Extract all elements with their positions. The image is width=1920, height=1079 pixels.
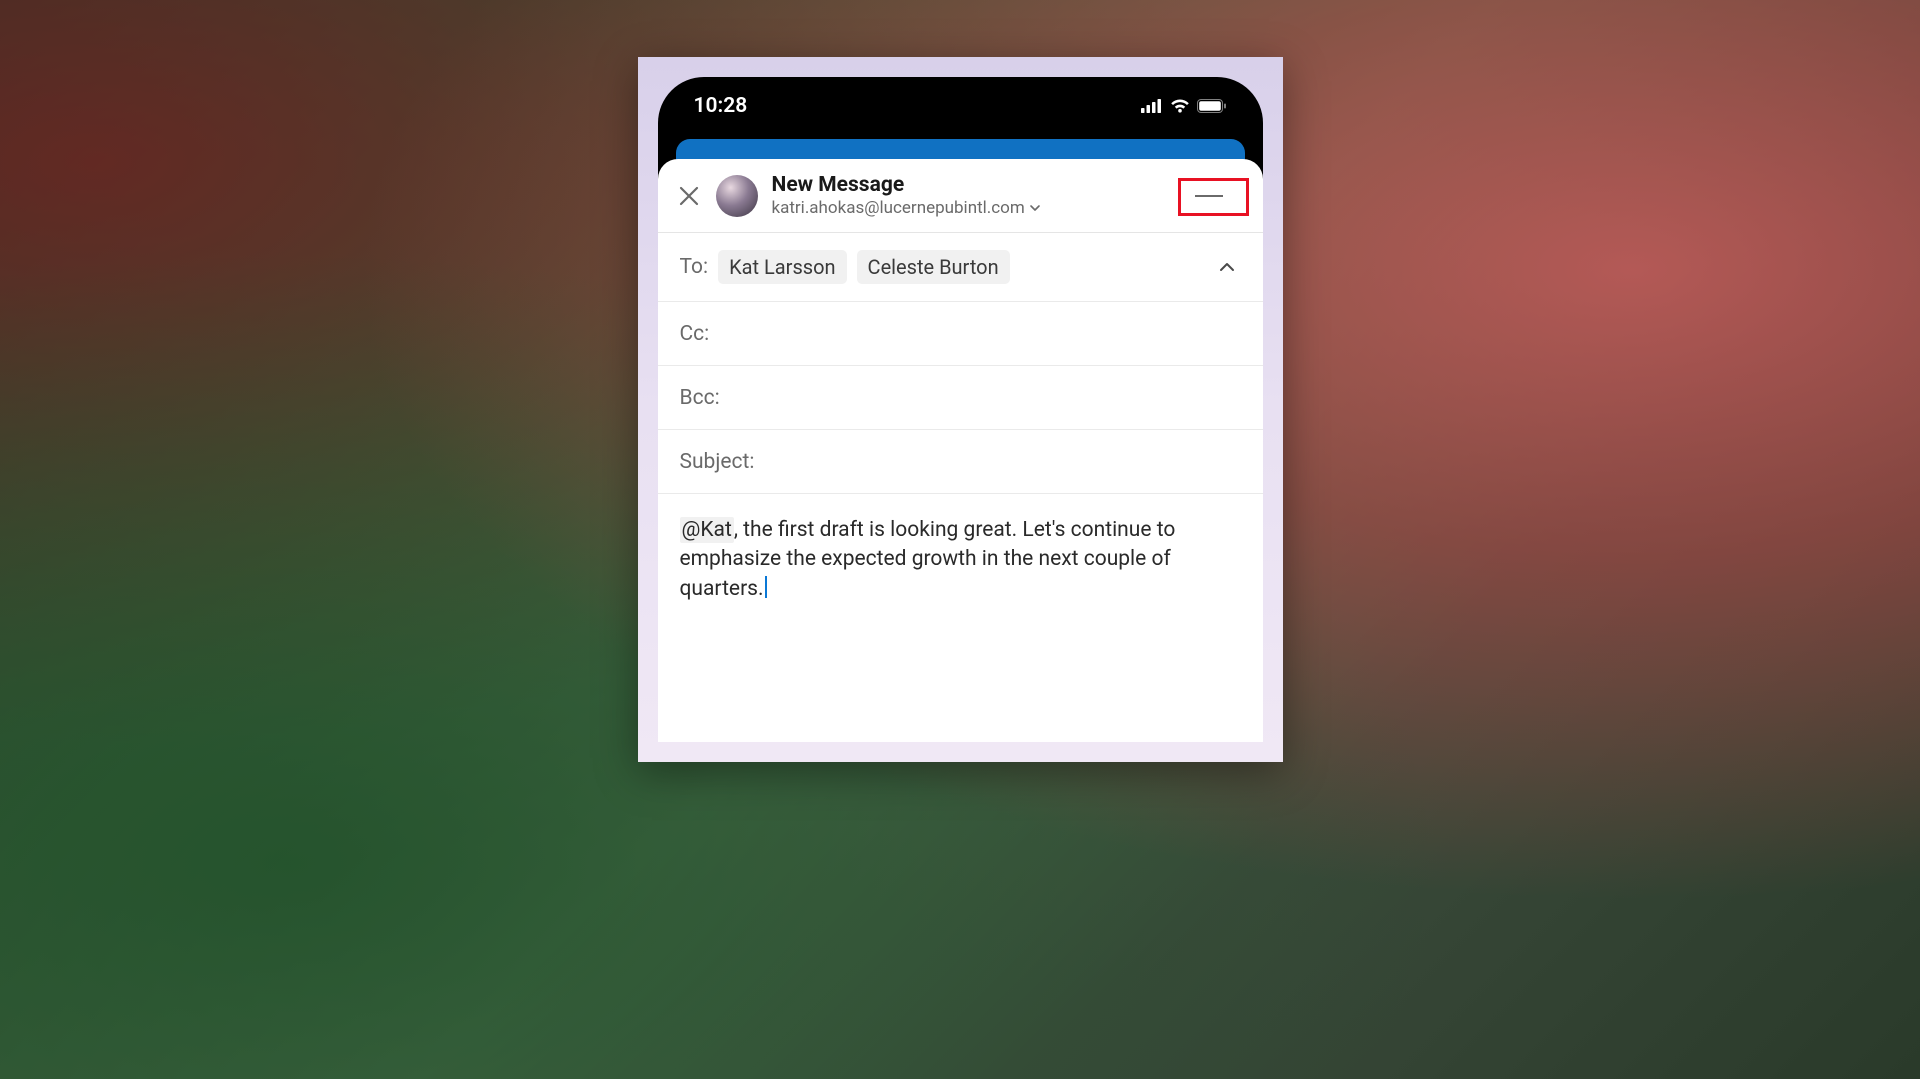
sender-account-selector[interactable]: katri.ahokas@lucernepubintl.com xyxy=(772,198,1161,218)
bcc-label: Bcc: xyxy=(680,386,720,410)
subject-field-row[interactable]: Subject: xyxy=(658,430,1263,494)
wifi-icon xyxy=(1170,99,1190,113)
collapse-recipients-button[interactable] xyxy=(1213,253,1241,281)
cc-field-row[interactable]: Cc: xyxy=(658,302,1263,366)
status-icons xyxy=(1141,99,1227,113)
recipient-chip[interactable]: Kat Larsson xyxy=(718,250,846,284)
message-body[interactable]: @Kat, the first draft is looking great. … xyxy=(658,494,1263,626)
header-texts: New Message katri.ahokas@lucernepubintl.… xyxy=(772,173,1161,218)
sender-avatar[interactable] xyxy=(716,175,758,217)
text-cursor xyxy=(765,576,767,598)
chevron-up-icon xyxy=(1217,257,1237,277)
cellular-icon xyxy=(1141,99,1163,113)
compose-title: New Message xyxy=(772,173,1161,197)
status-time: 10:28 xyxy=(694,94,748,118)
mention-chip[interactable]: @Kat xyxy=(680,517,734,543)
cc-label: Cc: xyxy=(680,322,710,346)
bcc-field-row[interactable]: Bcc: xyxy=(658,366,1263,430)
sender-email: katri.ahokas@lucernepubintl.com xyxy=(772,198,1025,218)
body-text: , the first draft is looking great. Let'… xyxy=(680,518,1176,601)
status-bar: 10:28 xyxy=(658,77,1263,135)
compose-header: New Message katri.ahokas@lucernepubintl.… xyxy=(658,159,1263,233)
to-label: To: xyxy=(680,255,709,279)
phone-frame: 10:28 xyxy=(658,77,1263,742)
compose-sheet: New Message katri.ahokas@lucernepubintl.… xyxy=(658,159,1263,742)
close-button[interactable] xyxy=(676,183,702,209)
to-field-row[interactable]: To: Kat Larsson Celeste Burton xyxy=(658,233,1263,302)
minimize-button[interactable] xyxy=(1175,178,1243,214)
chevron-down-icon xyxy=(1029,202,1041,214)
recipient-chip[interactable]: Celeste Burton xyxy=(857,250,1010,284)
close-icon xyxy=(678,185,700,207)
screenshot-frame: 10:28 xyxy=(638,57,1283,762)
minimize-icon xyxy=(1195,195,1223,197)
battery-icon xyxy=(1197,99,1227,113)
subject-label: Subject: xyxy=(680,450,755,474)
